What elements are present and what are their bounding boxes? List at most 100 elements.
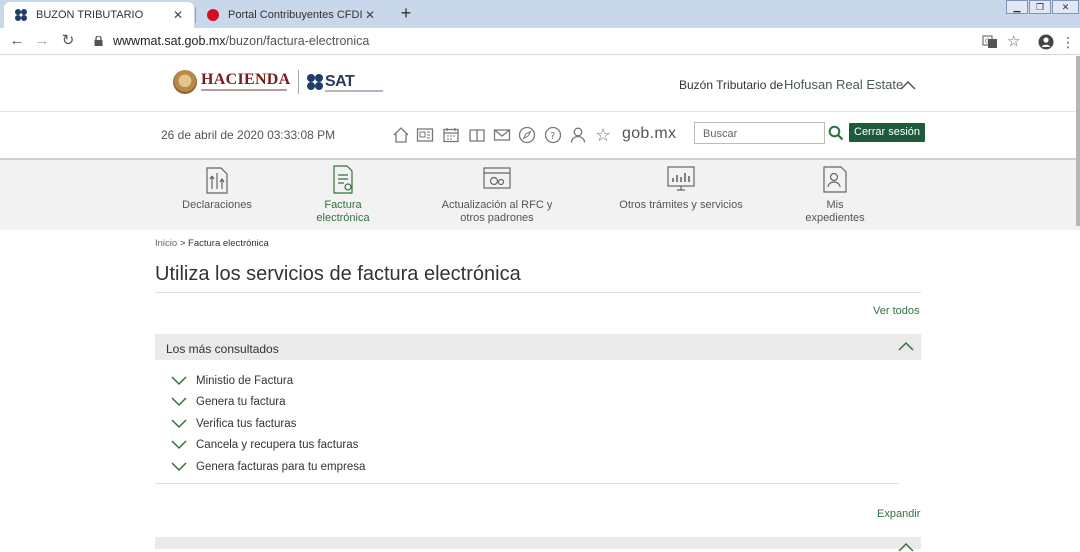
chevron-down-icon [171, 419, 187, 429]
title-divider [155, 292, 921, 293]
site-header: HACIENDA SAT Buzón Tributario de Hofusan… [0, 56, 1080, 112]
panel-mas-consultados-header[interactable]: Los más consultados [155, 334, 921, 360]
lock-icon [94, 36, 103, 46]
service-label: Declaraciones [182, 199, 252, 211]
svg-text:G: G [985, 38, 990, 45]
service-label-2: expedientes [805, 212, 865, 224]
close-tab-icon[interactable]: ✕ [364, 8, 376, 22]
breadcrumb: Inicio > Factura electrónica [155, 238, 269, 249]
user-icon[interactable] [569, 126, 587, 144]
restore-button[interactable]: ❐ [1029, 0, 1051, 14]
close-window-button[interactable]: ✕ [1052, 0, 1079, 14]
chevron-down-icon [171, 397, 187, 407]
invoice-icon [333, 165, 353, 194]
news-icon[interactable] [416, 126, 434, 144]
page-title: Utiliza los servicios de factura electró… [155, 263, 521, 285]
mas-consultados-list: Ministio de Factura Genera tu factura Ve… [155, 372, 899, 484]
service-label: Factura [324, 199, 362, 211]
hacienda-logo-subtitle [201, 89, 287, 91]
new-tab-button[interactable]: + [396, 3, 416, 23]
list-item-label: Ministio de Factura [196, 375, 294, 387]
panel-title: Los más consultados [166, 342, 279, 356]
translate-icon[interactable]: G [982, 34, 998, 50]
forward-icon[interactable]: → [34, 33, 50, 49]
tab-title: BUZÓN TRIBUTARIO [36, 9, 144, 21]
url-path: /buzon/factura-electronica [225, 34, 370, 48]
search-input[interactable]: Buscar [694, 122, 825, 144]
coat-of-arms-icon [173, 70, 197, 94]
calendar-icon[interactable] [442, 126, 460, 144]
chevron-up-icon[interactable] [900, 80, 916, 90]
datetime: 26 de abril de 2020 03:33:08 PM [161, 128, 336, 142]
breadcrumb-current: Factura electrónica [188, 238, 269, 249]
hacienda-logo[interactable]: HACIENDA [201, 71, 291, 89]
back-icon[interactable]: ← [9, 33, 25, 49]
gobmx-link[interactable]: gob.mx [622, 125, 676, 143]
page-scrollbar[interactable] [1076, 56, 1080, 226]
list-item-label: Verifica tus facturas [196, 418, 297, 430]
sat-favicon-icon [15, 9, 27, 21]
chevron-down-icon [171, 376, 187, 386]
browser-tabstrip: BUZÓN TRIBUTARIO ✕ Portal Contribuyentes… [0, 0, 1080, 28]
browser-tab-portal[interactable]: Portal Contribuyentes CFDI | S ✕ [196, 2, 386, 28]
breadcrumb-separator: > [179, 238, 186, 249]
expedientes-icon [823, 166, 847, 193]
help-icon[interactable]: ? [544, 126, 562, 144]
svg-text:?: ? [550, 131, 555, 142]
service-mis-expedientes[interactable]: Mis expedientes [795, 162, 875, 225]
minimize-button[interactable]: ▁ [1006, 0, 1028, 14]
buzon-label: Buzón Tributario de [679, 78, 784, 92]
tab-title: Portal Contribuyentes CFDI | S [228, 9, 364, 21]
company-name[interactable]: Hofusan Real Estate [784, 77, 903, 92]
bookmark-star-icon[interactable]: ☆ [1007, 34, 1023, 50]
services-nav: Declaraciones Factura electrónica Actual… [0, 160, 1080, 230]
search-icon[interactable] [828, 125, 844, 141]
list-item[interactable]: Cancela y recupera tus facturas [171, 437, 358, 453]
service-label-2: otros padrones [460, 212, 534, 224]
close-tab-icon[interactable]: ✕ [172, 8, 184, 22]
service-label: Actualización al RFC y [441, 199, 553, 211]
sat-logo-subtitle [325, 90, 383, 92]
browser-tab-buzon[interactable]: BUZÓN TRIBUTARIO ✕ [4, 2, 194, 28]
rfc-update-icon [483, 167, 511, 189]
monitor-chart-icon [667, 166, 695, 191]
menu-dots-icon[interactable]: ⋮ [1060, 34, 1076, 50]
service-otros-tramites[interactable]: Otros trámites y servicios [612, 162, 750, 212]
red-circle-favicon-icon [207, 9, 219, 21]
list-item[interactable]: Verifica tus facturas [171, 416, 296, 432]
compass-icon[interactable] [518, 126, 536, 144]
list-item[interactable]: Ministio de Factura [171, 373, 293, 389]
logo-divider [298, 70, 299, 94]
home-icon[interactable] [392, 126, 410, 144]
url-host: wwwmat.sat.gob.mx [113, 34, 226, 48]
ver-todos-link[interactable]: Ver todos [873, 305, 919, 317]
account-icon[interactable] [1038, 34, 1054, 50]
chevron-up-icon[interactable] [898, 542, 914, 552]
reload-icon[interactable]: ↻ [60, 33, 76, 49]
service-factura-electronica[interactable]: Factura electrónica [298, 162, 388, 225]
list-item-label: Genera tu factura [196, 396, 286, 408]
panel-next-header[interactable] [155, 537, 921, 552]
url-field[interactable]: wwwmat.sat.gob.mx/buzon/factura-electron… [113, 34, 369, 48]
expandir-link[interactable]: Expandir [877, 508, 920, 520]
sat-logo[interactable]: SAT [325, 73, 355, 91]
chevron-down-icon [171, 462, 187, 472]
logout-button[interactable]: Cerrar sesión [849, 123, 926, 142]
list-item-label: Genera facturas para tu empresa [196, 461, 366, 473]
utility-bar: 26 de abril de 2020 03:33:08 PM ? ☆ gob.… [0, 112, 1080, 160]
service-declaraciones[interactable]: Declaraciones [172, 162, 262, 212]
sat-logo-icon [307, 74, 323, 90]
chevron-up-icon[interactable] [898, 341, 914, 351]
list-item-label: Cancela y recupera tus facturas [196, 439, 359, 451]
service-label: Mis [826, 199, 844, 211]
breadcrumb-home[interactable]: Inicio [155, 238, 177, 249]
service-actualizacion-rfc[interactable]: Actualización al RFC y otros padrones [432, 162, 562, 225]
list-item[interactable]: Genera tu factura [171, 394, 286, 410]
mail-icon[interactable] [493, 126, 511, 144]
book-icon[interactable] [468, 126, 486, 144]
favorites-star-icon[interactable]: ☆ [595, 126, 613, 144]
list-item[interactable]: Genera facturas para tu empresa [171, 459, 365, 475]
chevron-down-icon [171, 440, 187, 450]
service-label: Otros trámites y servicios [619, 199, 743, 211]
declaraciones-icon [206, 167, 228, 194]
